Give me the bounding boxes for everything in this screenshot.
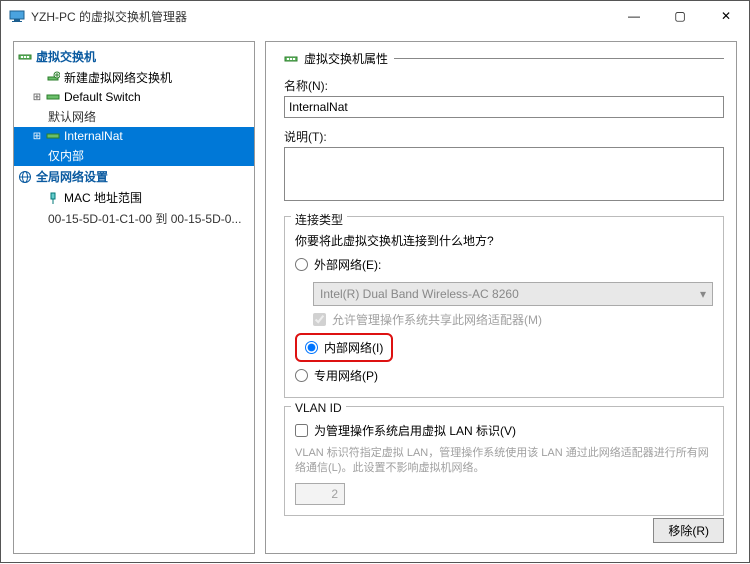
tree-item-default-switch[interactable]: ⊞ Default Switch (14, 88, 254, 106)
tree-expander-plus-icon[interactable]: ⊞ (32, 131, 42, 142)
vlan-enable-label: 为管理操作系统启用虚拟 LAN 标识(V) (314, 422, 516, 439)
tree-item-internalnat[interactable]: ⊞ InternalNat (14, 127, 254, 145)
external-network-label: 外部网络(E): (314, 256, 381, 273)
window-title: YZH-PC 的虚拟交换机管理器 (31, 8, 187, 25)
maximize-button[interactable]: ▢ (657, 1, 703, 31)
internal-network-label: 内部网络(I) (324, 339, 383, 356)
tree-item-label: Default Switch (64, 90, 141, 104)
tree-item-label: MAC 地址范围 (64, 189, 142, 206)
properties-header: 虚拟交换机属性 (284, 50, 724, 67)
minimize-button[interactable]: — (611, 1, 657, 31)
vlan-id-input (295, 483, 345, 505)
connection-type-fieldset: 连接类型 你要将此虚拟交换机连接到什么地方? 外部网络(E): Intel(R)… (284, 216, 724, 398)
name-input[interactable] (284, 96, 724, 118)
tree-section-label: 虚拟交换机 (36, 48, 96, 65)
close-button[interactable]: ✕ (703, 1, 749, 31)
adapter-combo-value: Intel(R) Dual Band Wireless-AC 8260 (320, 287, 519, 301)
mac-icon (46, 191, 60, 205)
desc-input[interactable] (284, 147, 724, 201)
tree-section-label: 全局网络设置 (36, 168, 108, 185)
desc-row: 说明(T): (284, 128, 724, 204)
vlan-fieldset: VLAN ID 为管理操作系统启用虚拟 LAN 标识(V) VLAN 标识符指定… (284, 406, 724, 516)
name-label: 名称(N): (284, 77, 724, 94)
adapter-combo[interactable]: Intel(R) Dual Band Wireless-AC 8260 ▾ (313, 282, 713, 306)
properties-header-label: 虚拟交换机属性 (304, 50, 388, 67)
vlan-note: VLAN 标识符指定虚拟 LAN，管理操作系统使用该 LAN 通过此网络适配器进… (295, 446, 713, 477)
name-row: 名称(N): (284, 77, 724, 118)
tree-section-switches: 虚拟交换机 (14, 46, 254, 67)
connection-question: 你要将此虚拟交换机连接到什么地方? (295, 232, 713, 249)
new-switch-icon (46, 71, 60, 85)
connection-type-legend: 连接类型 (291, 211, 347, 228)
vlan-enable-checkbox[interactable] (295, 424, 308, 437)
vlan-enable-row[interactable]: 为管理操作系统启用虚拟 LAN 标识(V) (295, 419, 713, 442)
private-network-radio[interactable] (295, 369, 308, 382)
vlan-legend: VLAN ID (291, 401, 346, 415)
tree-item-label: 新建虚拟网络交换机 (64, 69, 172, 86)
app-icon (9, 8, 25, 24)
bottom-bar: 移除(R) (653, 518, 724, 543)
remove-button[interactable]: 移除(R) (653, 518, 724, 543)
external-network-radio[interactable] (295, 258, 308, 271)
window-controls: — ▢ ✕ (611, 1, 749, 31)
tree-item-sublabel: 默认网络 (48, 108, 96, 125)
switch-tree: 虚拟交换机 新建虚拟网络交换机 ⊞ Default Switch 默认网络 ⊞ … (13, 41, 255, 554)
tree-section-global: 全局网络设置 (14, 166, 254, 187)
tree-item-internalnat-sub[interactable]: 仅内部 (14, 145, 254, 166)
allow-mgmt-label: 允许管理操作系统共享此网络适配器(M) (332, 311, 542, 328)
allow-mgmt-checkbox (313, 313, 326, 326)
external-network-radio-row[interactable]: 外部网络(E): (295, 253, 713, 276)
tree-item-sublabel: 仅内部 (48, 147, 84, 164)
tree-item-default-switch-sub[interactable]: 默认网络 (14, 106, 254, 127)
globe-icon (18, 170, 32, 184)
tree-item-new-switch[interactable]: 新建虚拟网络交换机 (14, 67, 254, 88)
divider (394, 58, 724, 59)
chevron-down-icon: ▾ (700, 287, 706, 301)
desc-label: 说明(T): (284, 128, 724, 145)
internal-network-radio[interactable] (305, 341, 318, 354)
internal-network-highlight: 内部网络(I) (295, 333, 393, 362)
tree-item-mac-range[interactable]: MAC 地址范围 (14, 187, 254, 208)
private-network-radio-row[interactable]: 专用网络(P) (295, 364, 713, 387)
tree-item-mac-range-sub[interactable]: 00-15-5D-01-C1-00 到 00-15-5D-0... (14, 208, 254, 229)
allow-mgmt-checkbox-row: 允许管理操作系统共享此网络适配器(M) (295, 308, 713, 331)
tree-expander-plus-icon[interactable]: ⊞ (32, 92, 42, 103)
switch-icon (46, 90, 60, 104)
switch-icon (284, 52, 298, 66)
private-network-label: 专用网络(P) (314, 367, 378, 384)
tree-item-sublabel: 00-15-5D-01-C1-00 到 00-15-5D-0... (48, 210, 241, 227)
switch-icon (46, 129, 60, 143)
properties-pane: 虚拟交换机属性 名称(N): 说明(T): 连接类型 你要将此虚拟交换机连接到什… (265, 41, 737, 554)
titlebar: YZH-PC 的虚拟交换机管理器 — ▢ ✕ (1, 1, 749, 31)
content-area: 虚拟交换机 新建虚拟网络交换机 ⊞ Default Switch 默认网络 ⊞ … (1, 31, 749, 564)
switches-icon (18, 50, 32, 64)
tree-item-label: InternalNat (64, 129, 123, 143)
